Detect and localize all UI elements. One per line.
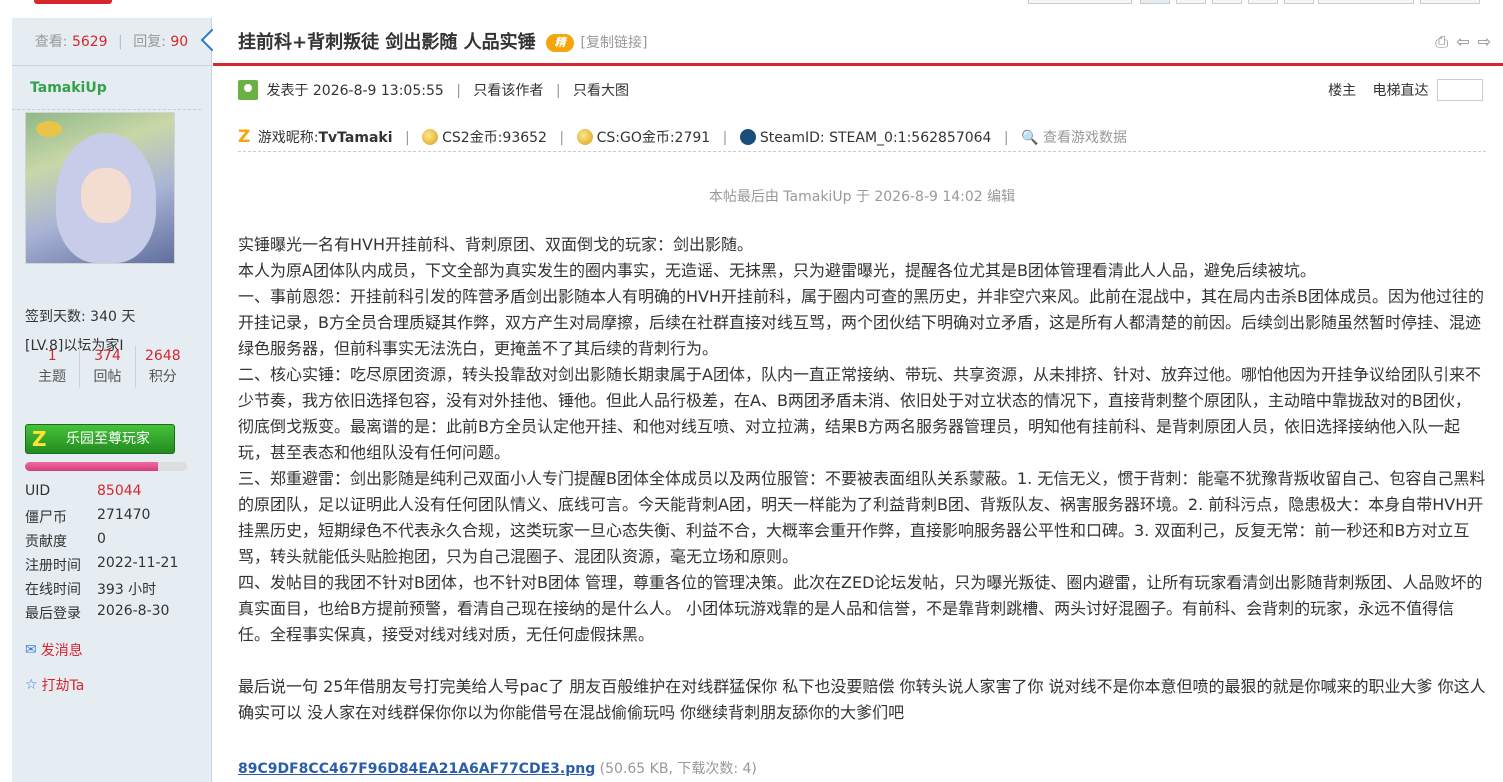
medal-z-icon: Z [32,427,47,451]
post-paragraph: 四、发帖目的我团不针对B团体，也不针对B团体 管理，尊重各位的管理决策。此次在Z… [238,573,1483,644]
game-nickname: TvTamaki [318,130,393,146]
coin-icon [576,129,593,145]
post-paragraph: 本人为原A团体队内成员，下文全部为真实发生的圈内事实，无造谣、无抹黑，只为避雷曝… [238,261,1316,280]
author-field: UID 85044 [25,483,205,499]
post-paragraph: 二、核心实锤：吃尽原团资源，转头投靠敌对剑出影随长期隶属于A团体，队内一直正常接… [238,365,1481,462]
author-count-label: 主题 [38,369,67,385]
author-field-key: 最后登录 [25,606,81,622]
author-field-value: 2022-11-21 [97,555,179,571]
author-field-value: 393 小时 [97,582,157,598]
page-nav-item[interactable] [1176,0,1206,4]
author-count-value: 374 [94,348,121,364]
post-main: 挂前科+背刺叛徒 剑出影随 人品实锤 精 [复制链接] ⎙ ⇦ ⇨ 发表于 20… [213,18,1503,782]
views-label: 查看: [34,34,68,50]
thread-stats: 查看: 5629 | 回复: 90 [12,18,224,66]
checkin-days: 签到天数: 340 天 [25,309,136,325]
next-thread-icon[interactable]: ⇨ [1478,32,1491,52]
author-field-value: 271470 [97,507,151,523]
only-author-link[interactable]: 只看该作者 [473,83,543,99]
author-count-label: 积分 [148,369,177,385]
csgo-coins: CS:GO金币:2791 [596,130,711,146]
post-time: 发表于 2026-8-9 13:05:55 [266,83,444,99]
author-field-key: UID [25,483,51,499]
new-post-button[interactable] [34,0,112,4]
top-strip [0,0,1503,10]
author-counts: 1 主题 374 回帖 2648 积分 [25,346,190,388]
author-name[interactable]: TamakiUp [12,66,201,110]
avatar[interactable] [25,112,175,264]
author-field: 僵尸币 271470 [25,507,205,527]
attachment: 89C9DF8CC467F96D84EA21A6AF77CDE3.png (50… [238,758,757,778]
steam-icon [739,129,756,145]
post-meta: 发表于 2026-8-9 13:05:55 | 只看该作者 | 只看大图 楼主 … [238,78,1488,104]
nickname-label: 游戏昵称: [257,130,319,146]
featured-badge: 精 [546,34,575,52]
views-count: 5629 [71,34,108,50]
level-progress-fill [25,462,158,471]
print-icon[interactable]: ⎙ [1435,32,1448,52]
page-nav-item[interactable] [1248,0,1278,4]
post-paragraph: 三、郑重避雷：剑出影随是纯利己双面小人专门提醒B团体全体成员以及两位服管：不要被… [238,469,1486,566]
page-nav-jump[interactable] [1420,0,1480,4]
thread-title-bar: 挂前科+背刺叛徒 剑出影随 人品实锤 精 [复制链接] ⎙ ⇦ ⇨ [213,18,1503,66]
gun-icon: ☆ [25,677,38,693]
author-count-item[interactable]: 2648 积分 [136,346,190,388]
author-count-value: 1 [47,348,57,364]
author-count-value: 2648 [145,348,181,364]
author-field-key: 注册时间 [25,558,81,574]
attachment-link[interactable]: 89C9DF8CC467F96D84EA21A6AF77CDE3.png [238,761,595,777]
author-field: 在线时间 393 小时 [25,579,205,599]
author-action[interactable]: ☆ 打劫Ta [25,675,84,695]
online-user-icon [238,80,258,100]
author-action-label: 打劫Ta [41,678,85,694]
cs2-coins: CS2金币:93652 [442,130,547,146]
game-info-bar: Z 游戏昵称:TvTamaki | CS2金币:93652 | CS:GO金币:… [238,122,1486,152]
author-field: 最后登录 2026-8-30 [25,603,205,623]
page-nav-item[interactable] [1284,0,1314,4]
coin-icon [422,129,439,145]
replies-count: 90 [170,34,189,50]
author-field: 贡献度 0 [25,531,205,551]
mail-icon: ✉ [25,642,37,658]
floor-label: 楼主 [1328,83,1357,99]
author-count-item[interactable]: 1 主题 [25,346,81,388]
author-field-value: 2026-8-30 [97,603,170,619]
author-field-key: 僵尸币 [25,510,67,526]
author-field-key: 贡献度 [25,534,67,550]
edit-note: 本帖最后由 TamakiUp 于 2026-8-9 14:02 编辑 [708,189,1016,205]
replies-label: 回复: [133,34,166,50]
prev-thread-icon[interactable]: ⇦ [1456,32,1469,52]
author-field-value: 0 [97,531,106,547]
page-nav-item[interactable] [1212,0,1242,4]
level-progress [25,462,187,471]
author-count-label: 回帖 [93,369,122,385]
view-game-data-link[interactable]: 查看游戏数据 [1043,130,1127,146]
zed-icon: Z [238,127,251,147]
author-field: 注册时间 2022-11-21 [25,555,205,575]
post-paragraph: 最后说一句 25年借朋友号打完美给人号pac了 朋友百般维护在对线群猛保你 私下… [238,677,1486,722]
page-nav-next[interactable] [1318,0,1414,4]
only-images-link[interactable]: 只看大图 [573,83,629,99]
post-paragraph: 一、事前恩怨：开挂前科引发的阵营矛盾剑出影随本人有明确的HVH开挂前科，属于圈内… [238,287,1484,358]
post-content: 实锤曝光一名有HVH开挂前科、背刺原团、双面倒戈的玩家：剑出影随。本人为原A团体… [238,232,1486,726]
page-nav-prev[interactable] [1028,0,1132,4]
steam-id: SteamID: STEAM_0:1:562857064 [759,130,992,146]
elevator-input[interactable] [1437,79,1483,101]
author-count-item[interactable]: 374 回帖 [80,346,136,388]
search-icon: 🔍 [1021,130,1039,146]
page-nav-current[interactable] [1140,0,1170,4]
thread-tools: ⎙ ⇦ ⇨ [1435,32,1491,52]
medal-label: 乐园至尊玩家 [66,431,150,447]
elevator-label: 电梯直达 [1372,83,1429,99]
post-paragraph: 实锤曝光一名有HVH开挂前科、背刺原团、双面倒戈的玩家：剑出影随。 [238,235,754,254]
copy-link[interactable]: [复制链接] [581,32,648,52]
author-action[interactable]: ✉ 发消息 [25,640,83,660]
attachment-info: (50.65 KB, 下载次数: 4) [599,761,757,777]
author-field-value: 85044 [97,483,142,499]
medal-badge[interactable]: Z 乐园至尊玩家 [25,424,175,454]
thread-title: 挂前科+背刺叛徒 剑出影随 人品实锤 [238,32,536,53]
author-action-label: 发消息 [40,643,83,659]
author-field-key: 在线时间 [25,582,81,598]
